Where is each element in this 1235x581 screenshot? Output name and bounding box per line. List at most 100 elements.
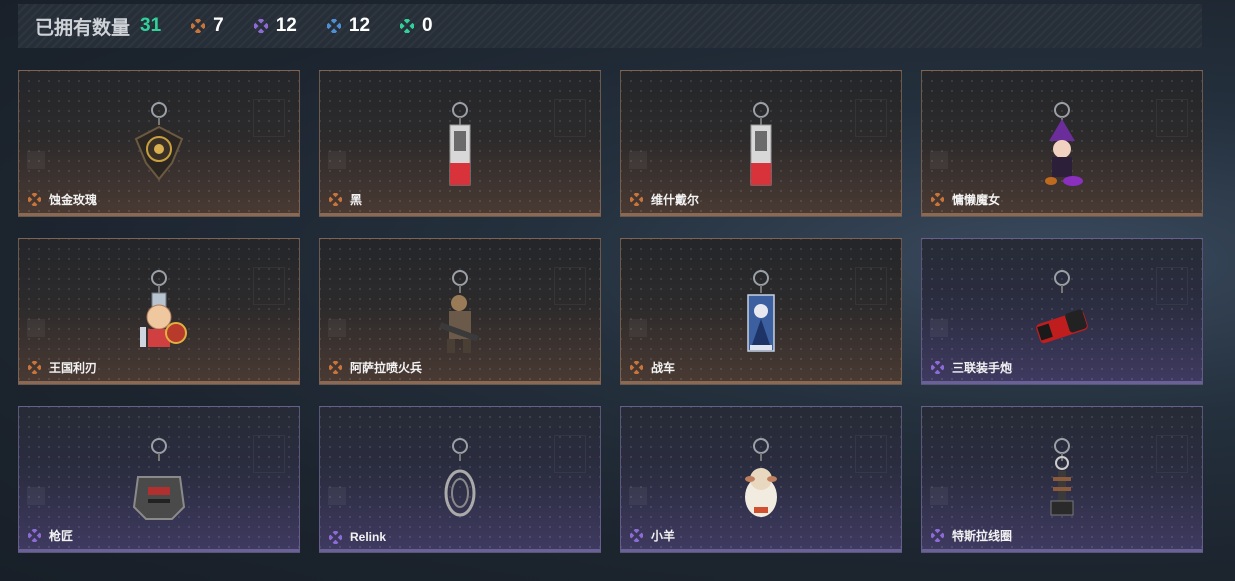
card-footer: Relink xyxy=(329,530,386,544)
item-image xyxy=(726,101,796,189)
armor-pendant-icon xyxy=(132,438,186,520)
sheep-figure-icon xyxy=(745,438,777,517)
card-decoration xyxy=(554,99,586,137)
item-image xyxy=(425,437,495,525)
card-pendant-icon xyxy=(449,102,471,186)
card-footer: 王国利刃 xyxy=(28,359,97,376)
card-decoration xyxy=(629,487,647,505)
stat-value: 0 xyxy=(422,15,433,36)
orange-diamond-icon xyxy=(630,193,643,206)
item-image xyxy=(124,101,194,189)
item-name: 王国利刃 xyxy=(49,361,98,375)
collection-card[interactable]: 枪匠 xyxy=(18,406,300,553)
item-name: 特斯拉线圈 xyxy=(952,529,1013,543)
stat-orange-diamond: 7 xyxy=(191,15,224,37)
green-diamond-icon xyxy=(400,19,415,33)
item-image xyxy=(1027,437,1097,525)
stat-green-diamond: 0 xyxy=(400,15,433,37)
card-decoration xyxy=(27,151,45,169)
inventory-header: 已拥有数量 31 7 12 12 0 xyxy=(18,4,1202,48)
card-footer: 慵懒魔女 xyxy=(931,191,1000,208)
item-name: 三联装手炮 xyxy=(952,361,1013,375)
knight-figure-icon xyxy=(140,270,187,347)
item-image xyxy=(726,437,796,525)
item-image xyxy=(726,269,796,357)
collection-card[interactable]: 三联装手炮 xyxy=(921,238,1203,385)
collection-card[interactable]: 小羊 xyxy=(620,406,902,553)
collection-card[interactable]: 黑 xyxy=(319,70,601,217)
orange-diamond-icon xyxy=(329,193,342,206)
card-decoration xyxy=(27,319,45,337)
card-footer: 战车 xyxy=(630,359,675,376)
card-footer: 小羊 xyxy=(630,527,675,544)
stat-value: 12 xyxy=(275,15,297,36)
card-decoration xyxy=(1156,99,1188,137)
card-decoration xyxy=(253,99,285,137)
card-decoration xyxy=(253,435,285,473)
collection-card[interactable]: Relink xyxy=(319,406,601,553)
collection-card[interactable]: 战车 xyxy=(620,238,902,385)
item-image xyxy=(425,101,495,189)
card-decoration xyxy=(554,435,586,473)
collection-card[interactable]: 王国利刃 xyxy=(18,238,300,385)
item-image xyxy=(124,437,194,525)
card-decoration xyxy=(328,487,346,505)
card-decoration xyxy=(855,99,887,137)
item-name: Relink xyxy=(350,530,387,544)
orange-diamond-icon xyxy=(630,361,643,374)
stat-value: 7 xyxy=(213,15,224,36)
card-decoration xyxy=(930,487,948,505)
owned-count: 31 xyxy=(140,15,162,36)
card-footer: 阿萨拉喷火兵 xyxy=(329,359,422,376)
stat-value: 12 xyxy=(348,15,371,36)
item-name: 黑 xyxy=(350,193,363,207)
item-name: 战车 xyxy=(651,361,676,375)
witch-figure-icon xyxy=(1045,102,1083,186)
purple-diamond-icon xyxy=(253,19,268,33)
item-name: 小羊 xyxy=(651,529,676,543)
collection-card[interactable]: 维什戴尔 xyxy=(620,70,902,217)
collection-card[interactable]: 蚀金玫瑰 xyxy=(18,70,300,217)
emblem-pendant-icon xyxy=(444,438,476,517)
collection-card[interactable]: 阿萨拉喷火兵 xyxy=(319,238,601,385)
collection-card[interactable]: 特斯拉线圈 xyxy=(921,406,1203,553)
launcher-pendant-icon xyxy=(1036,270,1088,344)
card-decoration xyxy=(629,151,647,169)
orange-diamond-icon xyxy=(931,193,944,206)
orange-diamond-icon xyxy=(329,361,342,374)
orange-diamond-icon xyxy=(191,19,206,33)
card-decoration xyxy=(930,319,948,337)
card-decoration xyxy=(930,151,948,169)
tarot-card-icon xyxy=(747,270,775,352)
purple-diamond-icon xyxy=(329,530,342,544)
collection-card[interactable]: 慵懒魔女 xyxy=(921,70,1203,217)
card-footer: 三联装手炮 xyxy=(931,359,1012,376)
card-decoration xyxy=(27,487,45,505)
card-decoration xyxy=(328,151,346,169)
purple-diamond-icon xyxy=(931,361,944,374)
item-image xyxy=(425,269,495,357)
card-footer: 特斯拉线圈 xyxy=(931,527,1012,544)
item-image xyxy=(1027,101,1097,189)
card-footer: 维什戴尔 xyxy=(630,191,699,208)
item-name: 阿萨拉喷火兵 xyxy=(350,361,423,375)
purple-diamond-icon xyxy=(28,529,41,542)
owned-label: 已拥有数量 xyxy=(35,17,131,39)
card-decoration xyxy=(253,267,285,305)
card-pendant-icon xyxy=(750,102,772,186)
item-name: 慵懒魔女 xyxy=(952,193,1001,207)
stat-purple-diamond: 12 xyxy=(253,15,297,37)
orange-diamond-icon xyxy=(28,193,41,206)
rarity-stats: 7 12 12 0 xyxy=(161,15,433,37)
card-decoration xyxy=(1156,435,1188,473)
collection-grid: 蚀金玫瑰 黑 维什戴尔 慵懒魔女王国利刃 阿萨拉喷火兵 战车 三联装手炮枪匠 Relink 小羊… xyxy=(18,70,1203,553)
soldier-figure-icon xyxy=(439,270,479,353)
card-footer: 蚀金玫瑰 xyxy=(28,191,97,208)
item-name: 蚀金玫瑰 xyxy=(49,193,98,207)
stat-blue-diamond: 12 xyxy=(326,15,371,37)
purple-diamond-icon xyxy=(630,529,643,542)
card-decoration xyxy=(1156,267,1188,305)
coil-pendant-icon xyxy=(1050,438,1074,516)
rose-pendant-icon xyxy=(134,102,184,181)
item-image xyxy=(124,269,194,357)
